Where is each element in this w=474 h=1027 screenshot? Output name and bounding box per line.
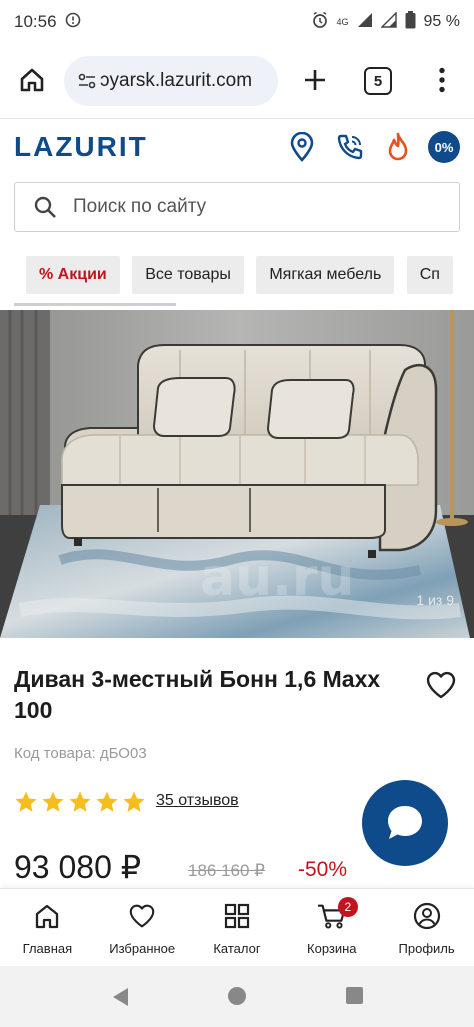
hot-deals-button[interactable] xyxy=(382,131,414,163)
call-button[interactable] xyxy=(334,131,366,163)
product-gallery[interactable]: au.ru 1 из 9 xyxy=(0,310,474,638)
search-input[interactable]: Поиск по сайту xyxy=(14,182,460,232)
grid-icon xyxy=(222,901,252,931)
cart-count-badge: 2 xyxy=(337,897,358,917)
url-text: ɔyarsk.lazurit.com xyxy=(100,70,253,91)
reviews-link[interactable]: 35 отзывов xyxy=(156,792,239,810)
tab-switcher-button[interactable]: 5 xyxy=(364,67,392,95)
chip-upholstered-furniture[interactable]: Мягкая мебель xyxy=(256,256,395,294)
star-icon xyxy=(15,791,37,812)
recent-apps-button[interactable] xyxy=(346,987,363,1004)
bottom-navigation: Главная Избранное Каталог 2 Корзина Проф… xyxy=(0,888,474,966)
location-button[interactable] xyxy=(286,131,318,163)
star-icon xyxy=(96,791,118,812)
nav-profile[interactable]: Профиль xyxy=(379,889,474,966)
chat-bubble-icon xyxy=(388,806,422,839)
gallery-counter: 1 из 9 xyxy=(416,592,454,608)
product-price: 93 080 ₽ xyxy=(14,849,142,885)
svg-text:au.ru: au.ru xyxy=(200,548,355,608)
discount-badge[interactable]: 0% xyxy=(428,131,460,163)
star-icon xyxy=(123,791,145,812)
chip-all-products[interactable]: Все товары xyxy=(132,256,244,294)
nav-home[interactable]: Главная xyxy=(0,889,95,966)
product-sku: Код товара: дБО03 xyxy=(14,745,147,762)
add-to-favorites-button[interactable] xyxy=(424,668,458,702)
location-pin-icon xyxy=(290,132,314,162)
home-icon xyxy=(32,901,62,931)
fire-icon xyxy=(388,132,408,161)
signal-icon-2 xyxy=(379,10,397,33)
more-vertical-icon xyxy=(439,67,445,93)
chips-scroll-indicator xyxy=(14,303,176,306)
address-bar[interactable]: ɔyarsk.lazurit.com xyxy=(64,56,278,106)
search-icon xyxy=(34,196,56,218)
star-icon xyxy=(69,791,91,812)
nav-catalog[interactable]: Каталог xyxy=(190,889,285,966)
heart-icon xyxy=(426,671,456,699)
status-bar: 10:56 4G 95 % xyxy=(0,0,474,44)
status-time: 10:56 xyxy=(14,12,57,31)
discount-percent: -50% xyxy=(298,858,348,881)
nav-catalog-label: Каталог xyxy=(213,941,261,956)
system-home-button[interactable] xyxy=(228,987,246,1005)
home-icon xyxy=(20,68,44,92)
network-type: 4G xyxy=(336,16,349,27)
nav-favorites[interactable]: Избранное xyxy=(95,889,190,966)
battery-level: 95 % xyxy=(423,13,460,30)
signal-icon xyxy=(357,12,373,33)
product-image: au.ru xyxy=(0,310,474,638)
profile-icon xyxy=(412,901,442,931)
chip-bedroom[interactable]: Сп xyxy=(406,256,453,294)
site-header: LAZURIT 0% xyxy=(0,118,474,176)
nav-home-label: Главная xyxy=(22,941,73,956)
nav-profile-label: Профиль xyxy=(398,941,455,956)
browser-menu-button[interactable] xyxy=(428,63,456,97)
plus-icon xyxy=(305,70,325,90)
heart-icon xyxy=(127,901,157,931)
nav-cart-label: Корзина xyxy=(307,941,357,956)
chip-sales[interactable]: % Акции xyxy=(26,256,120,294)
site-logo[interactable]: LAZURIT xyxy=(14,131,148,163)
browser-home-button[interactable] xyxy=(14,62,50,98)
shield-icon xyxy=(65,12,81,33)
system-navigation-bar xyxy=(0,966,474,1027)
rating-stars xyxy=(14,790,146,814)
browser-toolbar: ɔyarsk.lazurit.com 5 xyxy=(0,44,474,118)
product-old-price: 186 160 ₽ xyxy=(188,861,265,880)
search-placeholder: Поиск по сайту xyxy=(73,196,207,217)
product-title: Диван 3-местный Бонн 1,6 Maxx 100 xyxy=(14,666,381,723)
phone-icon xyxy=(337,134,363,160)
battery-icon xyxy=(405,10,416,34)
site-settings-icon[interactable] xyxy=(76,70,98,92)
alarm-icon xyxy=(311,11,329,34)
nav-cart[interactable]: 2 Корзина xyxy=(284,889,379,966)
star-icon xyxy=(42,791,64,812)
back-icon[interactable] xyxy=(110,986,130,1008)
nav-favorites-label: Избранное xyxy=(109,941,176,956)
new-tab-button[interactable] xyxy=(298,63,332,97)
category-chips: % Акции Все товары Мягкая мебель Сп xyxy=(26,256,474,296)
chat-button[interactable] xyxy=(362,780,448,866)
